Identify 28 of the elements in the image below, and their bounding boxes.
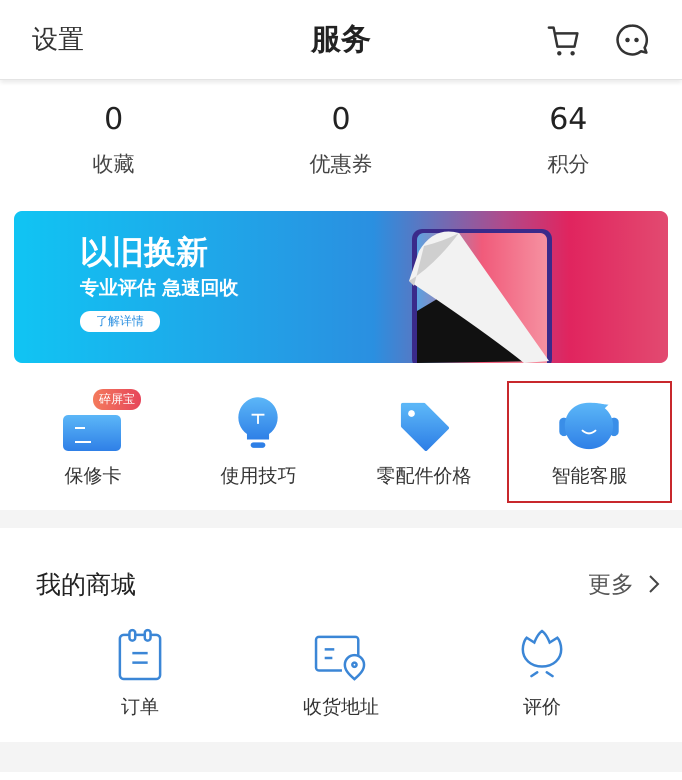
service-label[interactable]: 保修卡 bbox=[64, 463, 122, 489]
service-label[interactable]: 智能客服 bbox=[551, 463, 628, 489]
shop-item-label[interactable]: 评价 bbox=[523, 694, 561, 720]
service-tile[interactable]: 使用技巧 bbox=[176, 381, 341, 503]
service-tile[interactable]: 碎屏宝 保修卡 bbox=[10, 381, 176, 503]
stat-value: 0 bbox=[331, 102, 351, 138]
more-link[interactable]: 更多 bbox=[588, 568, 634, 600]
stat-label[interactable]: 优惠券 bbox=[309, 150, 372, 178]
chevron-right-icon[interactable] bbox=[648, 574, 660, 594]
clipboard-icon[interactable] bbox=[117, 628, 163, 682]
settings-link[interactable]: 设置 bbox=[32, 22, 84, 57]
section-title: 我的商城 bbox=[36, 568, 136, 600]
price-tag-icon[interactable] bbox=[398, 401, 449, 451]
banner-subline: 专业评估 急速回收 bbox=[80, 276, 239, 301]
stat-value: 0 bbox=[104, 102, 124, 138]
stat-label[interactable]: 收藏 bbox=[92, 150, 135, 178]
service-label[interactable]: 零配件价格 bbox=[376, 463, 472, 489]
stat-value: 64 bbox=[549, 102, 588, 138]
shop-item-label[interactable]: 收货地址 bbox=[303, 694, 379, 720]
service-label[interactable]: 使用技巧 bbox=[220, 463, 296, 489]
banner-headline: 以旧换新 bbox=[80, 233, 208, 271]
service-tile[interactable]: 零配件价格 bbox=[341, 381, 506, 503]
page-title: 服务 bbox=[311, 21, 371, 59]
shop-item-label[interactable]: 订单 bbox=[121, 694, 159, 720]
badge: 碎屏宝 bbox=[92, 389, 141, 410]
stat-label[interactable]: 积分 bbox=[547, 150, 590, 178]
chat-icon[interactable] bbox=[614, 22, 650, 58]
service-tile[interactable]: 智能客服 bbox=[506, 381, 672, 503]
